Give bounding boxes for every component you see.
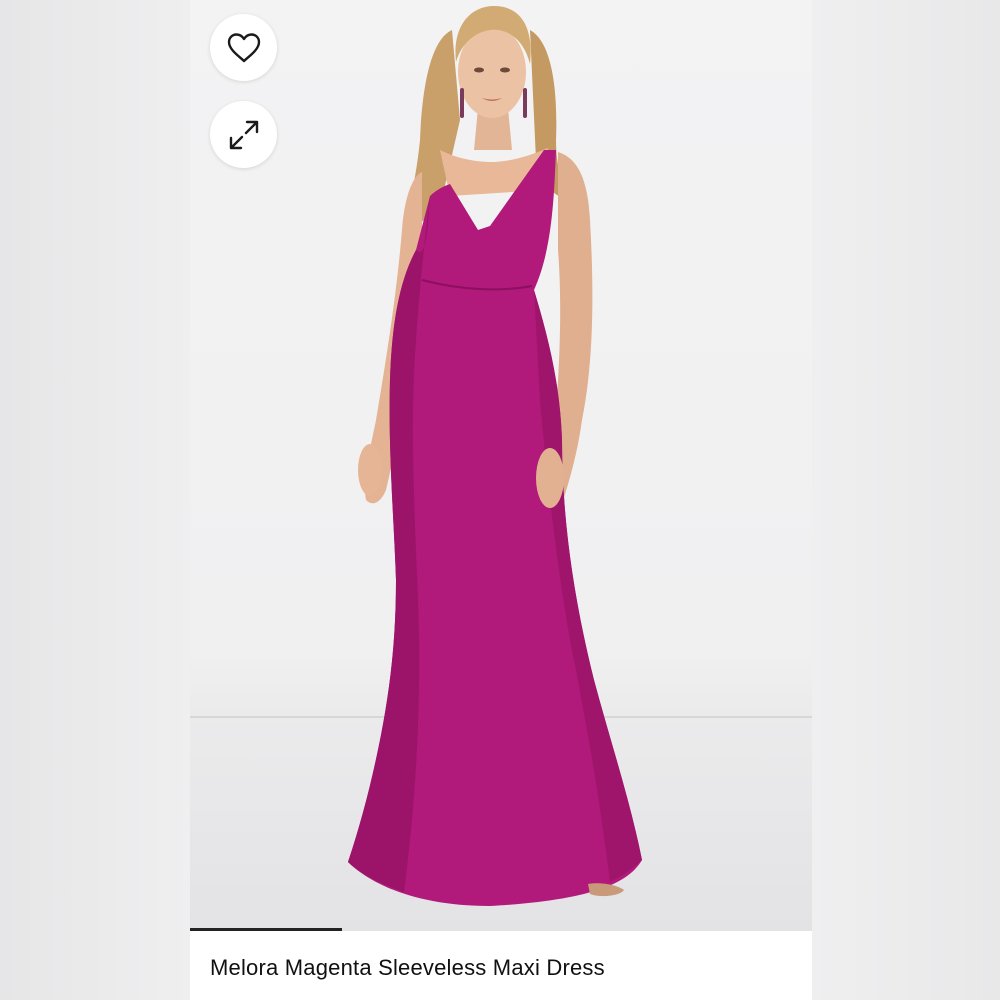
expand-arrows-icon [229, 120, 258, 149]
heart-outline-icon [227, 32, 260, 62]
gallery-progress-fill [190, 928, 343, 931]
gallery-progress-bar [190, 928, 812, 931]
right-backdrop [812, 0, 1000, 1000]
product-image-viewer: Melora Magenta Sleeveless Maxi Dress [190, 0, 812, 1000]
model-photo-illustration [190, 6, 812, 906]
product-photo[interactable] [190, 0, 812, 928]
expand-image-button[interactable] [210, 101, 277, 168]
product-title: Melora Magenta Sleeveless Maxi Dress [210, 955, 605, 980]
left-backdrop [0, 0, 190, 1000]
favorite-button[interactable] [210, 14, 277, 81]
